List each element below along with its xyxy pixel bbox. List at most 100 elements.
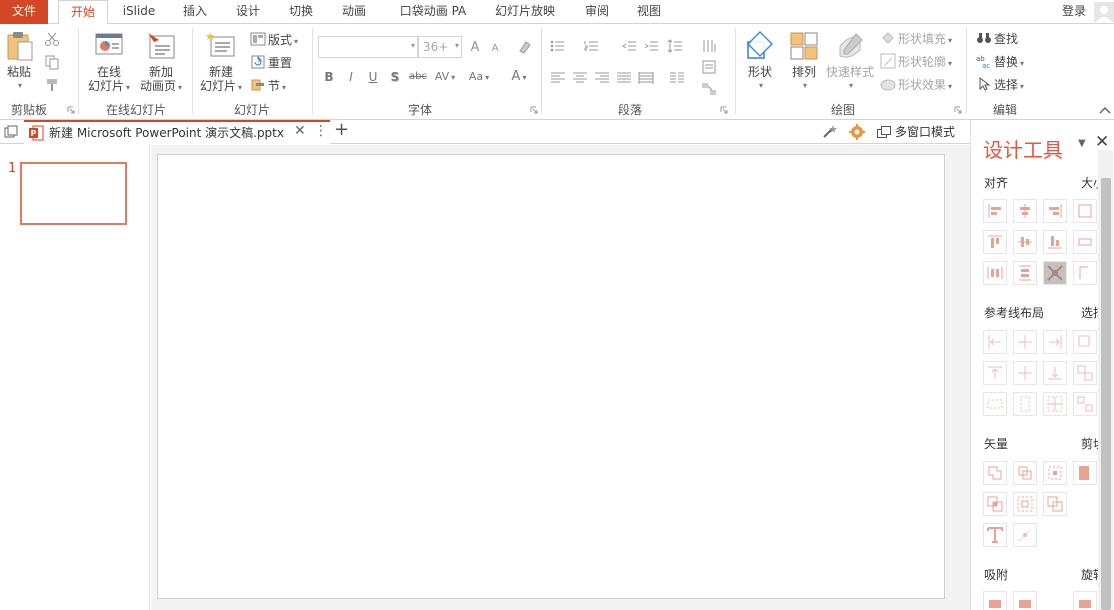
justify-icon[interactable] xyxy=(615,69,633,87)
tab-insert[interactable]: 插入 xyxy=(178,0,212,24)
cut-icon[interactable] xyxy=(43,30,61,48)
shape-outline-button[interactable]: 形状轮廓 ▾ xyxy=(880,52,952,72)
close-icon[interactable]: ✕ xyxy=(294,123,306,139)
guide-bottom-tool-icon[interactable] xyxy=(1043,361,1067,385)
replace-button[interactable]: ab ac 替换 ▾ xyxy=(976,52,1024,72)
login-link[interactable]: 登录 xyxy=(1062,0,1086,24)
text-direction-icon[interactable] xyxy=(700,37,726,55)
align-bottom-tool-icon[interactable] xyxy=(1043,230,1067,254)
tab-animations[interactable]: 动画 xyxy=(337,0,371,24)
size-tool-icon[interactable] xyxy=(1073,230,1097,254)
select-tool-icon[interactable] xyxy=(1073,330,1097,354)
collapse-ribbon-icon[interactable] xyxy=(1096,102,1114,120)
underline-icon[interactable]: U xyxy=(364,68,382,86)
align-middle-tool-icon[interactable] xyxy=(1013,230,1037,254)
tab-review[interactable]: 审阅 xyxy=(580,0,614,24)
guide-center-tool-icon[interactable] xyxy=(1013,330,1037,354)
multi-window-mode-button[interactable]: 多窗口模式 xyxy=(877,123,955,140)
vector-union-tool-icon[interactable] xyxy=(983,461,1007,485)
document-tab[interactable]: P 新建 Microsoft PowerPoint 演示文稿.pptx ✕ ⋮ xyxy=(24,120,330,144)
slide-sorter-icon[interactable] xyxy=(2,123,20,141)
change-case-icon[interactable]: Aa ▾ xyxy=(464,68,494,86)
decrease-indent-icon[interactable] xyxy=(620,37,638,55)
pen-tool-icon[interactable] xyxy=(1013,523,1037,547)
slide-canvas[interactable] xyxy=(157,154,945,599)
shape-fill-button[interactable]: 形状填充 ▾ xyxy=(880,29,952,49)
text-tool-icon[interactable] xyxy=(983,523,1007,547)
tab-home[interactable]: 开始 xyxy=(58,0,108,25)
new-tab-plus-icon[interactable]: + xyxy=(334,119,349,140)
size-tool-icon[interactable] xyxy=(1073,261,1097,285)
vector-subtract-tool-icon[interactable] xyxy=(1013,492,1037,516)
shape-button[interactable]: 形状 ▾ xyxy=(742,30,778,93)
tab-file[interactable]: 文件 xyxy=(0,0,48,24)
slide-thumbnail[interactable] xyxy=(20,162,127,225)
tab-transitions[interactable]: 切换 xyxy=(284,0,318,24)
launcher-icon[interactable] xyxy=(67,106,75,114)
reset-button[interactable]: 重置 xyxy=(250,53,292,73)
text-shadow-icon[interactable]: S xyxy=(386,68,404,86)
vector-fragment-tool-icon[interactable] xyxy=(1043,461,1067,485)
font-size-combo[interactable]: 36+ ▾ xyxy=(418,36,462,58)
snap-tool-icon[interactable] xyxy=(1013,591,1037,610)
grow-font-icon[interactable]: A xyxy=(466,38,484,56)
center-on-slide-tool-icon[interactable] xyxy=(1043,261,1067,285)
format-painter-icon[interactable] xyxy=(43,76,61,94)
guide-left-tool-icon[interactable] xyxy=(983,330,1007,354)
close-icon[interactable]: ✕ xyxy=(1095,132,1109,152)
distribute-horizontal-tool-icon[interactable] xyxy=(983,261,1007,285)
align-text-icon[interactable] xyxy=(700,58,726,76)
italic-icon[interactable]: I xyxy=(342,68,360,86)
smartart-icon[interactable] xyxy=(700,80,726,98)
clear-format-icon[interactable] xyxy=(516,38,534,56)
shrink-font-icon[interactable]: A xyxy=(486,38,504,56)
align-center-tool-icon[interactable] xyxy=(1013,199,1037,223)
bullets-icon[interactable] xyxy=(549,37,577,55)
guide-top-tool-icon[interactable] xyxy=(983,361,1007,385)
guide-middle-tool-icon[interactable] xyxy=(1013,361,1037,385)
copy-icon[interactable] xyxy=(43,53,61,71)
align-top-tool-icon[interactable] xyxy=(983,230,1007,254)
section-button[interactable]: 节 ▾ xyxy=(250,76,286,96)
align-right-icon[interactable] xyxy=(593,69,611,87)
columns-icon[interactable] xyxy=(668,69,696,87)
chevron-down-icon[interactable]: ▼ xyxy=(1078,138,1086,149)
font-name-combo[interactable]: ▾ xyxy=(318,36,418,58)
bold-icon[interactable]: B xyxy=(320,68,338,86)
find-button[interactable]: 查找 xyxy=(976,29,1018,49)
launcher-icon[interactable] xyxy=(954,106,962,114)
tab-view[interactable]: 视图 xyxy=(632,0,666,24)
size-tool-icon[interactable] xyxy=(1073,199,1097,223)
align-right-tool-icon[interactable] xyxy=(1043,199,1067,223)
strikethrough-icon[interactable]: abc xyxy=(406,68,430,86)
guide-height-tool-icon[interactable] xyxy=(1013,392,1037,416)
guide-spacing-tool-icon[interactable] xyxy=(983,392,1007,416)
add-animation-page-button[interactable]: 新加 动画页 ▾ xyxy=(136,30,186,95)
rotate-tool-icon[interactable] xyxy=(1073,591,1097,610)
character-spacing-icon[interactable]: AV ▾ xyxy=(430,68,460,86)
distributed-icon[interactable] xyxy=(637,69,655,87)
tab-design[interactable]: 设计 xyxy=(231,0,265,24)
shape-effect-button[interactable]: 形状效果 ▾ xyxy=(880,75,952,95)
numbering-icon[interactable] xyxy=(583,37,611,55)
launcher-icon[interactable] xyxy=(530,106,538,114)
online-slides-button[interactable]: 在线 幻灯片 ▾ xyxy=(84,30,134,95)
vector-exclude-tool-icon[interactable] xyxy=(1043,492,1067,516)
paste-button[interactable]: 粘贴 ▾ xyxy=(4,30,34,93)
layout-button[interactable]: 版式 ▾ xyxy=(250,30,298,50)
select-tool-icon[interactable] xyxy=(1073,392,1097,416)
tab-slideshow[interactable]: 幻灯片放映 xyxy=(490,0,560,24)
tab-pocket-animation[interactable]: 口袋动画 PA xyxy=(394,0,472,24)
distribute-vertical-tool-icon[interactable] xyxy=(1013,261,1037,285)
vector-combine-tool-icon[interactable] xyxy=(1013,461,1037,485)
select-button[interactable]: 选择 ▾ xyxy=(976,75,1024,95)
gear-icon[interactable] xyxy=(848,123,866,141)
select-tool-icon[interactable] xyxy=(1073,361,1097,385)
magic-wand-icon[interactable] xyxy=(820,123,838,141)
more-icon[interactable]: ⋮ xyxy=(314,123,328,139)
launcher-icon[interactable] xyxy=(720,106,728,114)
align-center-icon[interactable] xyxy=(571,69,589,87)
avatar[interactable] xyxy=(1094,2,1114,22)
guide-right-tool-icon[interactable] xyxy=(1043,330,1067,354)
increase-indent-icon[interactable] xyxy=(642,37,660,55)
